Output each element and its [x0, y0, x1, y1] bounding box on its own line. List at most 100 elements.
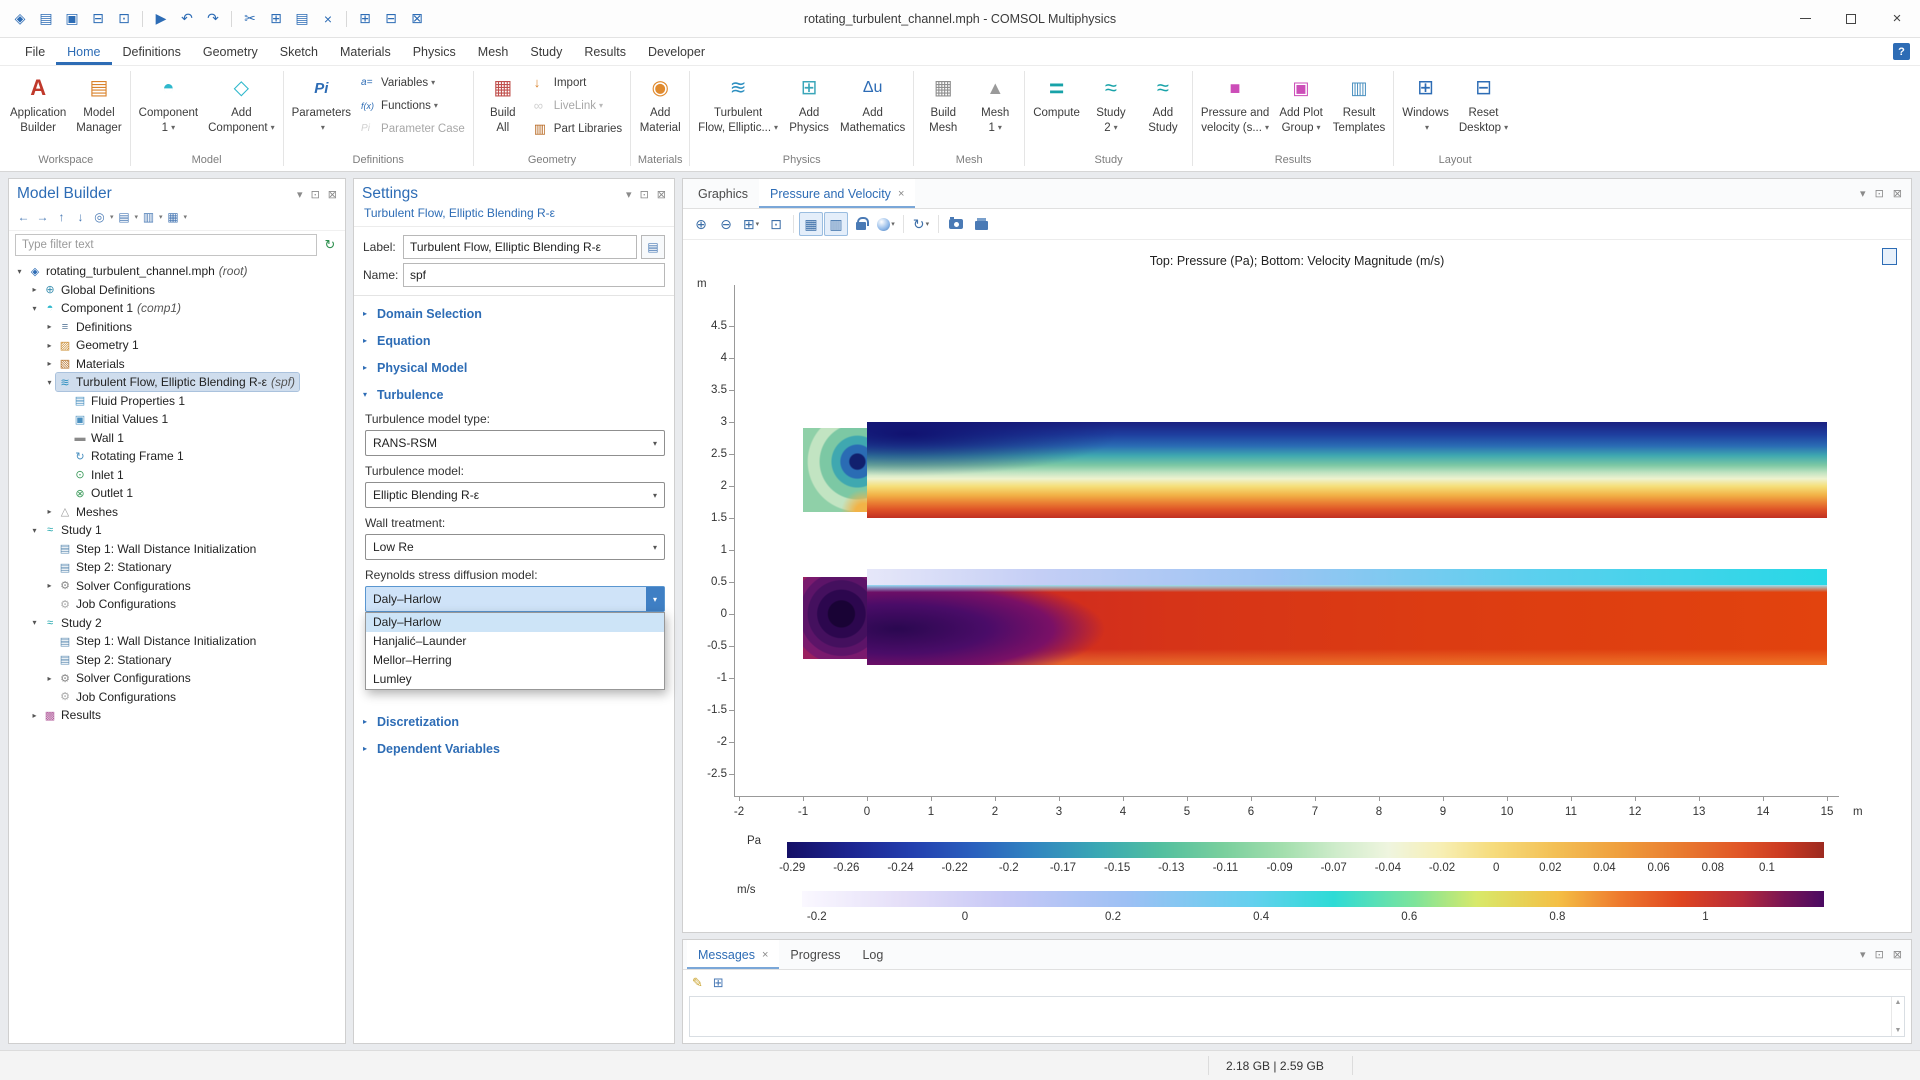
- tab-log[interactable]: Log: [851, 940, 894, 969]
- dropdown-option-daly-harlow[interactable]: Daly–Harlow: [366, 613, 664, 632]
- minimize-button[interactable]: [1782, 0, 1828, 38]
- ribbon-button-compute[interactable]: =Compute: [1028, 69, 1085, 152]
- tree-item-rotating-turbulent-channel-mph[interactable]: ▾◈rotating_turbulent_channel.mph(root): [9, 262, 345, 281]
- copy-plot-icon[interactable]: [1882, 248, 1897, 265]
- tree-expand-icon[interactable]: ▸: [28, 285, 41, 294]
- close-tab-icon[interactable]: ×: [762, 949, 768, 961]
- tree-item-step-1-wall-distance-initialization[interactable]: ▤Step 1: Wall Distance Initialization: [9, 632, 345, 651]
- menu-physics[interactable]: Physics: [402, 38, 467, 65]
- copy-text-icon[interactable]: ⊞: [713, 975, 724, 991]
- tree-expand-icon[interactable]: ▾: [28, 618, 41, 627]
- messages-content[interactable]: ▲ ▼: [689, 996, 1905, 1037]
- window-options-icon[interactable]: ⊠: [405, 6, 429, 32]
- tree-item-turbulent-flow-elliptic-blending-r[interactable]: ▾≋Turbulent Flow, Elliptic Blending R-ε(…: [9, 373, 345, 392]
- filter-input[interactable]: [15, 234, 317, 256]
- tab-messages[interactable]: Messages×: [687, 940, 779, 969]
- zoom-extents-icon[interactable]: ⊡: [764, 212, 788, 236]
- turbulence-model-type-select[interactable]: RANS-RSM▾: [365, 430, 665, 456]
- tab-progress[interactable]: Progress: [779, 940, 851, 969]
- ribbon-button-import[interactable]: ↓Import: [529, 71, 627, 94]
- tree-item-fluid-properties-1[interactable]: ▤Fluid Properties 1: [9, 392, 345, 411]
- ribbon-button-result-templates[interactable]: ▥ResultTemplates: [1328, 69, 1390, 152]
- tree-expand-icon[interactable]: ▾: [28, 304, 41, 313]
- ribbon-button-functions[interactable]: f(x)Functions▾: [356, 94, 470, 117]
- ribbon-button-variables[interactable]: a=Variables▾: [356, 71, 470, 94]
- tree-item-meshes[interactable]: ▸△Meshes: [9, 503, 345, 522]
- tree-expand-icon[interactable]: ▸: [43, 581, 56, 590]
- delete-icon[interactable]: ×: [316, 6, 340, 32]
- tree-item-step-1-wall-distance-initialization[interactable]: ▤Step 1: Wall Distance Initialization: [9, 540, 345, 559]
- panel-float-icon[interactable]: ⊡: [1875, 948, 1884, 961]
- redo-icon[interactable]: ↷: [201, 6, 225, 32]
- table-settings-icon[interactable]: ⊟: [379, 6, 403, 32]
- menu-file[interactable]: File: [14, 38, 56, 65]
- menu-home[interactable]: Home: [56, 38, 111, 65]
- menu-sketch[interactable]: Sketch: [269, 38, 329, 65]
- reynolds-stress-diffusion-model-select[interactable]: Daly–Harlow▾: [365, 586, 665, 612]
- ribbon-button-mesh-1[interactable]: ▲Mesh1▾: [969, 69, 1021, 152]
- undo-icon[interactable]: ↶: [175, 6, 199, 32]
- ribbon-button-turbulent-flow-elliptic[interactable]: ≋TurbulentFlow, Elliptic...▾: [693, 69, 783, 152]
- expand-all-icon[interactable]: ▥: [140, 208, 157, 226]
- add-table-icon[interactable]: ⊞: [353, 6, 377, 32]
- wall-treatment-select[interactable]: Low Re▾: [365, 534, 665, 560]
- menu-materials[interactable]: Materials: [329, 38, 402, 65]
- tree-item-geometry-1[interactable]: ▸▨Geometry 1: [9, 336, 345, 355]
- menu-definitions[interactable]: Definitions: [112, 38, 192, 65]
- node-grouping-icon[interactable]: ▦: [165, 208, 182, 226]
- clear-messages-icon[interactable]: ✎: [692, 975, 703, 991]
- section-domain-selection[interactable]: ▸Domain Selection: [363, 300, 665, 327]
- lock-axes-icon[interactable]: [849, 212, 873, 236]
- panel-close-icon[interactable]: ⊠: [1893, 187, 1902, 200]
- tree-item-study-1[interactable]: ▾≈Study 1: [9, 521, 345, 540]
- ribbon-button-build-mesh[interactable]: ▦BuildMesh: [917, 69, 969, 152]
- tree-item-inlet-1[interactable]: ⊙Inlet 1: [9, 466, 345, 485]
- tree-item-initial-values-1[interactable]: ▣Initial Values 1: [9, 410, 345, 429]
- scroll-up-icon[interactable]: ▲: [1895, 999, 1902, 1006]
- ribbon-button-reset-desktop[interactable]: ⊟ResetDesktop▾: [1454, 69, 1513, 152]
- tree-item-outlet-1[interactable]: ⊗Outlet 1: [9, 484, 345, 503]
- tree-expand-icon[interactable]: ▾: [28, 526, 41, 535]
- ribbon-button-add-mathematics[interactable]: ΔuAddMathematics: [835, 69, 910, 152]
- dropdown-option-lumley[interactable]: Lumley: [366, 670, 664, 689]
- ribbon-button-add-physics[interactable]: ⊞AddPhysics: [783, 69, 835, 152]
- ribbon-button-study-2[interactable]: ≈Study2▾: [1085, 69, 1137, 152]
- ribbon-button-build-all[interactable]: ▦BuildAll: [477, 69, 529, 152]
- tree-item-step-2-stationary[interactable]: ▤Step 2: Stationary: [9, 558, 345, 577]
- copy-icon[interactable]: ⊞: [264, 6, 288, 32]
- menu-results[interactable]: Results: [573, 38, 637, 65]
- tree-item-results[interactable]: ▸▩Results: [9, 706, 345, 725]
- comsol-logo-icon[interactable]: ◈: [8, 6, 32, 32]
- tree-expand-icon[interactable]: ▾: [43, 378, 56, 387]
- tree-item-solver-configurations[interactable]: ▸⚙Solver Configurations: [9, 669, 345, 688]
- show-axes-icon[interactable]: ▥: [824, 212, 848, 236]
- tree-item-solver-configurations[interactable]: ▸⚙Solver Configurations: [9, 577, 345, 596]
- panel-float-icon[interactable]: ⊡: [1875, 187, 1884, 200]
- tree-expand-icon[interactable]: ▾: [13, 267, 26, 276]
- tree-expand-icon[interactable]: ▸: [43, 674, 56, 683]
- move-up-icon[interactable]: ↑: [53, 208, 70, 226]
- show-grid-icon[interactable]: ▦: [799, 212, 823, 236]
- tree-expand-icon[interactable]: ▸: [43, 359, 56, 368]
- cut-icon[interactable]: ✂: [238, 6, 262, 32]
- tree-expand-icon[interactable]: ▸: [43, 322, 56, 331]
- tree-item-rotating-frame-1[interactable]: ↻Rotating Frame 1: [9, 447, 345, 466]
- maximize-button[interactable]: [1828, 0, 1874, 38]
- label-input[interactable]: [403, 235, 637, 259]
- plot-area[interactable]: Top: Pressure (Pa); Bottom: Velocity Mag…: [683, 240, 1911, 932]
- print-icon[interactable]: ⊡: [112, 6, 136, 32]
- zoom-out-icon[interactable]: ⊖: [714, 212, 738, 236]
- update-plot-icon[interactable]: ↻▾: [909, 212, 933, 236]
- tree-item-component-1[interactable]: ▾◓Component 1(comp1): [9, 299, 345, 318]
- panel-menu-icon[interactable]: ▾: [1860, 187, 1866, 200]
- ribbon-button-add-plot-group[interactable]: ▣Add PlotGroup▾: [1274, 69, 1327, 152]
- menu-developer[interactable]: Developer: [637, 38, 716, 65]
- panel-menu-icon[interactable]: ▾: [1860, 948, 1866, 961]
- ribbon-button-parameter-case[interactable]: PiParameter Case: [356, 117, 470, 140]
- scene-light-icon[interactable]: ▾: [874, 212, 898, 236]
- tree-item-definitions[interactable]: ▸≡Definitions: [9, 318, 345, 337]
- turbulence-model-select[interactable]: Elliptic Blending R-ε▾: [365, 482, 665, 508]
- panel-menu-icon[interactable]: ▾: [626, 188, 632, 201]
- menu-geometry[interactable]: Geometry: [192, 38, 269, 65]
- ribbon-button-component-1[interactable]: ◓Component1▾: [134, 69, 203, 152]
